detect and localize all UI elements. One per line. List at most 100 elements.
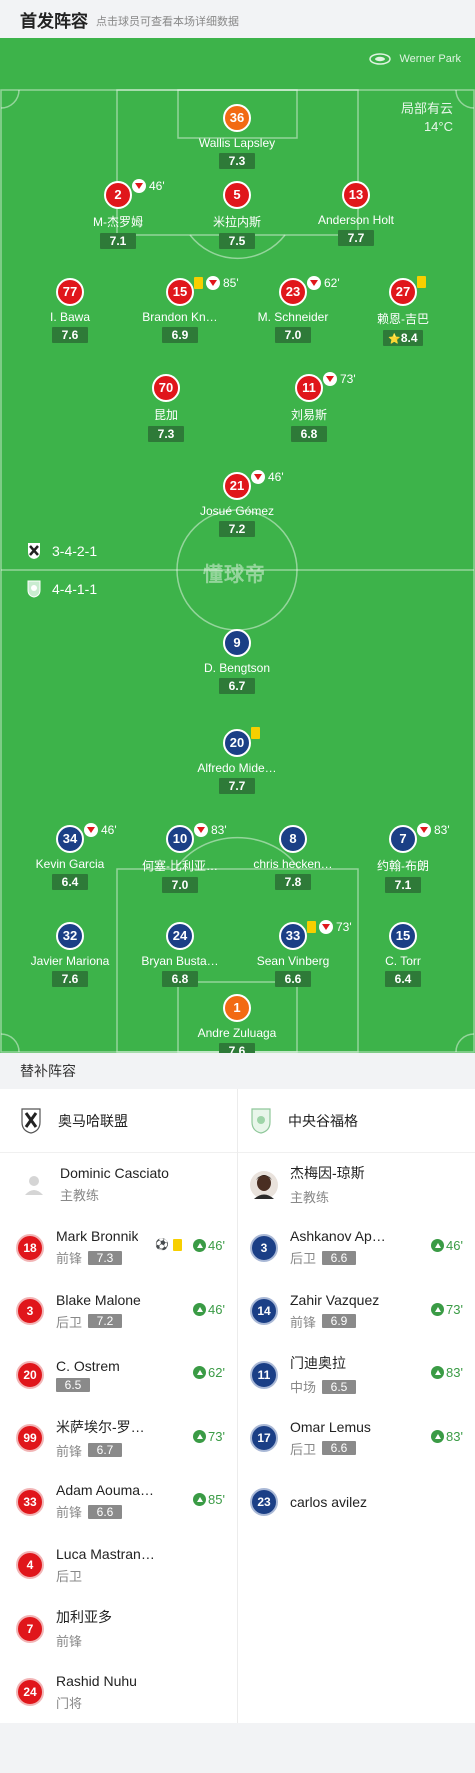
bench-player-row[interactable]: 3 Blake Malone 后卫 7.2 46'	[16, 1280, 237, 1343]
bench-player-name: carlos avilez	[290, 1493, 368, 1510]
yellow-card-icon	[251, 727, 260, 739]
lineup-player[interactable]: 36 Wallis Lapsley 7.3	[177, 104, 297, 170]
bench-player-name: Rashid Nuhu	[56, 1672, 137, 1689]
yellow-card-icon	[194, 277, 203, 289]
bench-player-name: Mark Bronnik	[56, 1228, 139, 1244]
home-team-header[interactable]: 奥马哈联盟	[0, 1089, 237, 1153]
player-rating: 6.4	[52, 874, 88, 890]
sub-out-time: 62'	[324, 276, 340, 290]
player-name: Kevin Garcia	[35, 857, 105, 871]
player-name: Bryan Busta…	[141, 954, 219, 968]
bench-player-name: 门迪奥拉	[290, 1355, 346, 1371]
bench-player-info: Zahir Vazquez 前锋 6.9	[290, 1292, 379, 1331]
page-hint: 点击球员可查看本场详细数据	[96, 15, 239, 28]
lineup-player[interactable]: 8 chris hecken… 7.8	[233, 825, 353, 891]
lineup-player[interactable]: 7 83' 约翰-布朗 7.1	[343, 823, 463, 894]
bench-player-info: Mark Bronnik 前锋 7.3	[56, 1228, 138, 1267]
lineup-player[interactable]: 11 73' 刘易斯 6.8	[249, 372, 369, 443]
bench-player-row[interactable]: 20 C. Ostrem 6.5 62'	[16, 1343, 237, 1406]
bench-player-position: 门将	[56, 1693, 137, 1712]
away-team-header[interactable]: 中央谷福格	[238, 1089, 475, 1153]
player-event-badges: 83'	[194, 823, 227, 837]
player-name: 米拉内斯	[212, 215, 261, 229]
bench-player-info: C. Ostrem 6.5	[56, 1358, 120, 1392]
bench-player-row[interactable]: 3 Ashkanov Ap… 后卫 6.6 46'	[250, 1216, 475, 1279]
bench-player-position-text: 中场	[290, 1380, 317, 1395]
bench-player-row[interactable]: 14 Zahir Vazquez 前锋 6.9 73'	[250, 1280, 475, 1343]
lineup-player[interactable]: 1 Andre Zuluaga 7.6	[177, 994, 297, 1053]
player-name: 何塞-比利亚…	[142, 859, 218, 873]
lineup-player[interactable]: 15 85' Brandon Kn… 6.9	[120, 276, 240, 344]
player-number: 20	[223, 729, 251, 757]
sub-in-indicator: 62'	[193, 1365, 225, 1380]
player-name: Alfredo Mide…	[197, 761, 277, 775]
bench-player-row[interactable]: 17 Omar Lemus 后卫 6.6 83'	[250, 1407, 475, 1470]
player-number: 1	[223, 994, 251, 1022]
away-coach-role: 主教练	[290, 1190, 330, 1205]
sub-in-indicator: 83'	[431, 1429, 463, 1444]
yellow-card-icon	[307, 921, 316, 933]
bench-player-position-text: 后卫	[56, 1314, 83, 1330]
bench-player-rating: 6.6	[322, 1250, 357, 1265]
lineup-player[interactable]: 5 米拉内斯 7.5	[177, 181, 297, 250]
bench-player-row[interactable]: 99 米萨埃尔-罗… 前锋 6.7 73'	[16, 1407, 237, 1470]
bench-player-row[interactable]: 18 Mark Bronnik 前锋 7.3 ⚽ 46'	[16, 1216, 237, 1279]
bench-player-position: 后卫 6.6	[290, 1248, 386, 1267]
bench-divider	[237, 1089, 238, 1723]
player-event-badges	[251, 727, 263, 739]
bench-player-position: 前锋 6.6	[56, 1502, 154, 1521]
lineup-player[interactable]: 2 46' M-杰罗姆 7.1	[58, 179, 178, 250]
bench-player-row[interactable]: 33 Adam Aouma… 前锋 6.6 85'	[16, 1470, 237, 1533]
bench-player-row[interactable]: 7 加利亚多 前锋	[16, 1597, 237, 1660]
lineup-player[interactable]: 13 Anderson Holt 7.7	[296, 181, 416, 247]
bench-player-row[interactable]: 24 Rashid Nuhu 门将	[16, 1661, 237, 1724]
player-name: chris hecken…	[253, 857, 333, 871]
sub-out-time: 73'	[340, 372, 356, 386]
bench-player-position-text: 前锋	[56, 1443, 83, 1459]
lineup-player[interactable]: 24 Bryan Busta… 6.8	[120, 922, 240, 988]
bench-player-position: 6.5	[56, 1377, 120, 1392]
player-name: Andre Zuluaga	[197, 1026, 277, 1040]
lineup-player[interactable]: 10 83' 何塞-比利亚… 7.0	[120, 823, 240, 894]
player-event-badges: 83'	[417, 823, 450, 837]
lineup-player[interactable]: 27 赖恩-吉巴 ⭐8.4	[343, 276, 463, 347]
home-formation: 3-4-2-1	[26, 542, 97, 560]
home-team-crest-icon	[21, 1107, 41, 1134]
player-rating: 7.7	[219, 778, 255, 794]
home-coach[interactable]: Dominic Casciato 主教练	[20, 1153, 237, 1216]
bench-player-info: Ashkanov Ap… 后卫 6.6	[290, 1228, 386, 1267]
bench-player-name: C. Ostrem	[56, 1357, 120, 1374]
bench-player-number: 24	[16, 1678, 44, 1706]
home-team-name: 奥马哈联盟	[58, 1112, 128, 1129]
bench-player-row[interactable]: 4 Luca Mastran… 后卫	[16, 1534, 237, 1597]
bench-player-row[interactable]: 23 carlos avilez	[250, 1470, 475, 1533]
lineup-player[interactable]: 33 73' Sean Vinberg 6.6	[233, 920, 353, 988]
bench-player-number: 33	[16, 1487, 44, 1516]
away-coach[interactable]: 杰梅因-琼斯 主教练	[250, 1153, 475, 1216]
lineup-player[interactable]: 15 C. Torr 6.4	[343, 922, 463, 988]
lineup-player[interactable]: 21 46' Josué Gómez 7.2	[177, 470, 297, 538]
sub-in-time: 46'	[208, 1301, 225, 1317]
player-rating: 6.9	[162, 327, 198, 343]
away-team-name: 中央谷福格	[288, 1112, 358, 1129]
sub-out-time: 83'	[211, 823, 227, 837]
page-title: 首发阵容	[20, 11, 88, 31]
bench-player-info: carlos avilez	[290, 1494, 367, 1510]
lineup-player[interactable]: 77 I. Bawa 7.6	[10, 278, 130, 344]
bench-player-position-text: 后卫	[290, 1251, 317, 1266]
bench-player-name: 加利亚多	[56, 1609, 112, 1625]
lineup-player[interactable]: 20 Alfredo Mide… 7.7	[177, 727, 297, 795]
best-player-star-icon: ⭐	[388, 334, 401, 345]
sub-in-arrow-icon	[193, 1429, 207, 1443]
lineup-player[interactable]: 23 62' M. Schneider 7.0	[233, 276, 353, 344]
bench-player-info: Omar Lemus 后卫 6.6	[290, 1419, 371, 1458]
lineup-player[interactable]: 70 昆加 7.3	[106, 374, 226, 443]
player-number: 21	[223, 472, 251, 500]
sub-in-indicator: 83'	[431, 1365, 463, 1380]
lineup-player[interactable]: 9 D. Bengtson 6.7	[177, 629, 297, 695]
lineup-player[interactable]: 32 Javier Mariona 7.6	[10, 922, 130, 988]
player-rating: 7.2	[219, 521, 255, 537]
bench-player-row[interactable]: 11 门迪奥拉 中场 6.5 83'	[250, 1343, 475, 1406]
away-team-crest-icon	[251, 1107, 271, 1134]
lineup-player[interactable]: 34 46' Kevin Garcia 6.4	[10, 823, 130, 891]
